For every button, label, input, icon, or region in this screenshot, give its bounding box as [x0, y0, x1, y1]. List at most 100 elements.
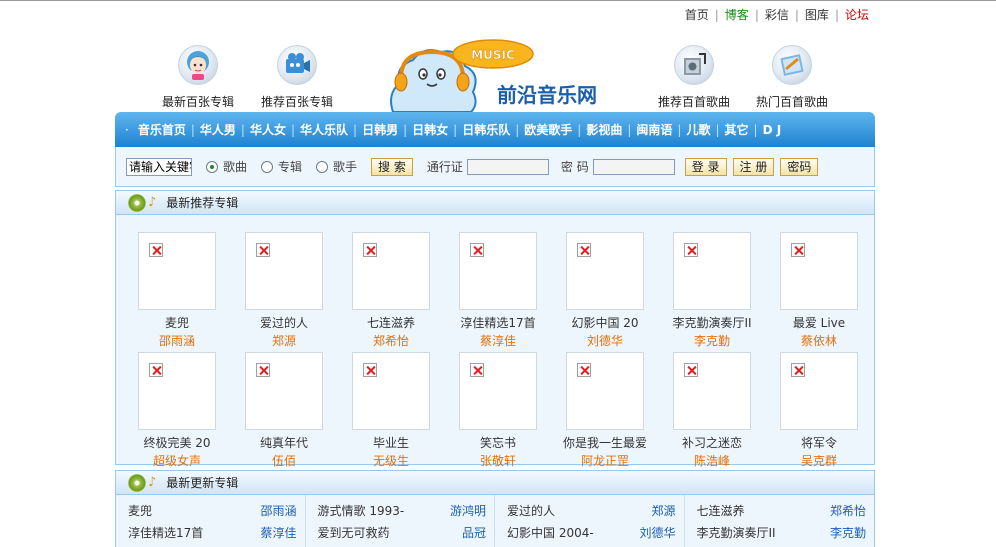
nav-item-chinese-band[interactable]: 华人乐队: [295, 121, 353, 138]
album-title[interactable]: 幻影中国 20: [555, 314, 655, 331]
nav-item-jk-band[interactable]: 日韩乐队: [457, 121, 515, 138]
nav-item-chinese-female[interactable]: 华人女: [245, 121, 291, 138]
album-card[interactable]: 将军令 吴克群: [769, 352, 869, 469]
radio-singer[interactable]: [316, 160, 329, 173]
album-card[interactable]: 爱过的人 郑源: [234, 232, 334, 349]
top-link-forum[interactable]: 论坛: [839, 6, 875, 23]
album-card[interactable]: 最爱 Live 蔡依林: [769, 232, 869, 349]
album-artist[interactable]: 张敬轩: [448, 452, 548, 469]
header-link-recommended-albums[interactable]: 推荐百张专辑: [252, 45, 342, 110]
list-item-artist[interactable]: 郑源: [651, 502, 675, 519]
album-card[interactable]: 你是我一生最爱 阿龙正罡: [555, 352, 655, 469]
album-card[interactable]: 纯真年代 伍佰: [234, 352, 334, 469]
list-item-artist[interactable]: 蔡淳佳: [260, 524, 296, 541]
search-button[interactable]: 搜 索: [371, 157, 413, 176]
album-cover[interactable]: [245, 232, 323, 310]
album-artist[interactable]: 蔡依林: [769, 332, 869, 349]
album-card[interactable]: 淳佳精选17首 蔡淳佳: [448, 232, 548, 349]
album-cover[interactable]: [673, 352, 751, 430]
album-title[interactable]: 麦兜: [127, 314, 227, 331]
album-artist[interactable]: 刘德华: [555, 332, 655, 349]
album-cover[interactable]: [566, 352, 644, 430]
album-artist[interactable]: 李克勤: [662, 332, 762, 349]
list-item-title[interactable]: 李克勤演奏厅II: [697, 524, 776, 541]
album-title[interactable]: 爱过的人: [234, 314, 334, 331]
album-card[interactable]: 麦兜 邵雨涵: [127, 232, 227, 349]
album-title[interactable]: 最爱 Live: [769, 314, 869, 331]
album-cover[interactable]: [673, 232, 751, 310]
list-item-title[interactable]: 淳佳精选17首: [128, 524, 203, 541]
nav-item-kids[interactable]: 儿歌: [681, 121, 715, 138]
nav-item-home[interactable]: 音乐首页: [133, 121, 191, 138]
register-button[interactable]: 注 册: [732, 157, 775, 176]
album-cover[interactable]: [138, 352, 216, 430]
album-title[interactable]: 毕业生: [341, 434, 441, 451]
nav-item-other[interactable]: 其它: [720, 121, 754, 138]
list-item-artist[interactable]: 游鸿明: [450, 502, 486, 519]
album-title[interactable]: 补习之迷恋: [662, 434, 762, 451]
album-artist[interactable]: 陈浩峰: [662, 452, 762, 469]
nav-item-chinese-male[interactable]: 华人男: [195, 121, 241, 138]
album-card[interactable]: 笑忘书 张敬轩: [448, 352, 548, 469]
nav-item-film[interactable]: 影视曲: [581, 121, 627, 138]
top-link-mms[interactable]: 彩信: [759, 6, 795, 23]
list-item-artist[interactable]: 邵雨涵: [260, 502, 296, 519]
album-card[interactable]: 毕业生 无级生: [341, 352, 441, 469]
radio-album[interactable]: [261, 160, 274, 173]
album-cover[interactable]: [352, 232, 430, 310]
list-item-artist[interactable]: 李克勤: [830, 524, 866, 541]
list-item-artist[interactable]: 郑希怡: [830, 502, 866, 519]
password-input[interactable]: [592, 158, 675, 175]
top-link-gallery[interactable]: 图库: [799, 6, 835, 23]
list-item-artist[interactable]: 刘德华: [639, 524, 675, 541]
album-artist[interactable]: 无级生: [341, 452, 441, 469]
album-title[interactable]: 淳佳精选17首: [448, 314, 548, 331]
album-card[interactable]: 补习之迷恋 陈浩峰: [662, 352, 762, 469]
album-artist[interactable]: 郑希怡: [341, 332, 441, 349]
album-card[interactable]: 七连滋养 郑希怡: [341, 232, 441, 349]
nav-item-jk-female[interactable]: 日韩女: [407, 121, 453, 138]
list-item-title[interactable]: 游式情歌 1993-: [318, 502, 405, 519]
list-item-title[interactable]: 爱过的人: [507, 502, 555, 519]
album-cover[interactable]: [352, 352, 430, 430]
album-title[interactable]: 你是我一生最爱: [555, 434, 655, 451]
album-title[interactable]: 笑忘书: [448, 434, 548, 451]
album-title[interactable]: 纯真年代: [234, 434, 334, 451]
site-logo[interactable]: MUSIC 前沿音乐网: [385, 38, 625, 113]
nav-item-dj[interactable]: D J: [758, 123, 787, 137]
list-item-title[interactable]: 爱到无可救药: [318, 524, 390, 541]
album-title[interactable]: 李克勤演奏厅II: [662, 314, 762, 331]
search-input[interactable]: [126, 157, 192, 176]
album-artist[interactable]: 伍佰: [234, 452, 334, 469]
album-title[interactable]: 七连滋养: [341, 314, 441, 331]
nav-item-jk-male[interactable]: 日韩男: [357, 121, 403, 138]
album-cover[interactable]: [459, 232, 537, 310]
header-link-hot-songs[interactable]: 热门百首歌曲: [747, 45, 837, 110]
nav-item-western[interactable]: 欧美歌手: [519, 121, 577, 138]
header-link-new-albums[interactable]: 最新百张专辑: [153, 45, 243, 110]
nav-item-minnan[interactable]: 闽南语: [631, 121, 677, 138]
album-cover[interactable]: [566, 232, 644, 310]
album-cover[interactable]: [780, 352, 858, 430]
album-artist[interactable]: 阿龙正罡: [555, 452, 655, 469]
login-button[interactable]: 登 录: [684, 157, 727, 176]
album-title[interactable]: 终极完美 20: [127, 434, 227, 451]
pass-input[interactable]: [466, 158, 549, 175]
album-cover[interactable]: [245, 352, 323, 430]
album-card[interactable]: 李克勤演奏厅II 李克勤: [662, 232, 762, 349]
album-artist[interactable]: 吴克群: [769, 452, 869, 469]
album-artist[interactable]: 蔡淳佳: [448, 332, 548, 349]
top-link-home[interactable]: 首页: [679, 6, 715, 23]
album-cover[interactable]: [138, 232, 216, 310]
top-link-blog[interactable]: 博客: [719, 6, 755, 23]
album-card[interactable]: 幻影中国 20 刘德华: [555, 232, 655, 349]
album-artist[interactable]: 超级女声: [127, 452, 227, 469]
album-artist[interactable]: 郑源: [234, 332, 334, 349]
header-link-recommended-songs[interactable]: 推荐百首歌曲: [649, 45, 739, 110]
list-item-artist[interactable]: 品冠: [462, 524, 486, 541]
radio-song[interactable]: [206, 160, 218, 173]
album-artist[interactable]: 邵雨涵: [127, 332, 227, 349]
list-item-title[interactable]: 麦兜: [128, 502, 152, 519]
album-title[interactable]: 将军令: [769, 434, 869, 451]
album-cover[interactable]: [780, 232, 858, 310]
